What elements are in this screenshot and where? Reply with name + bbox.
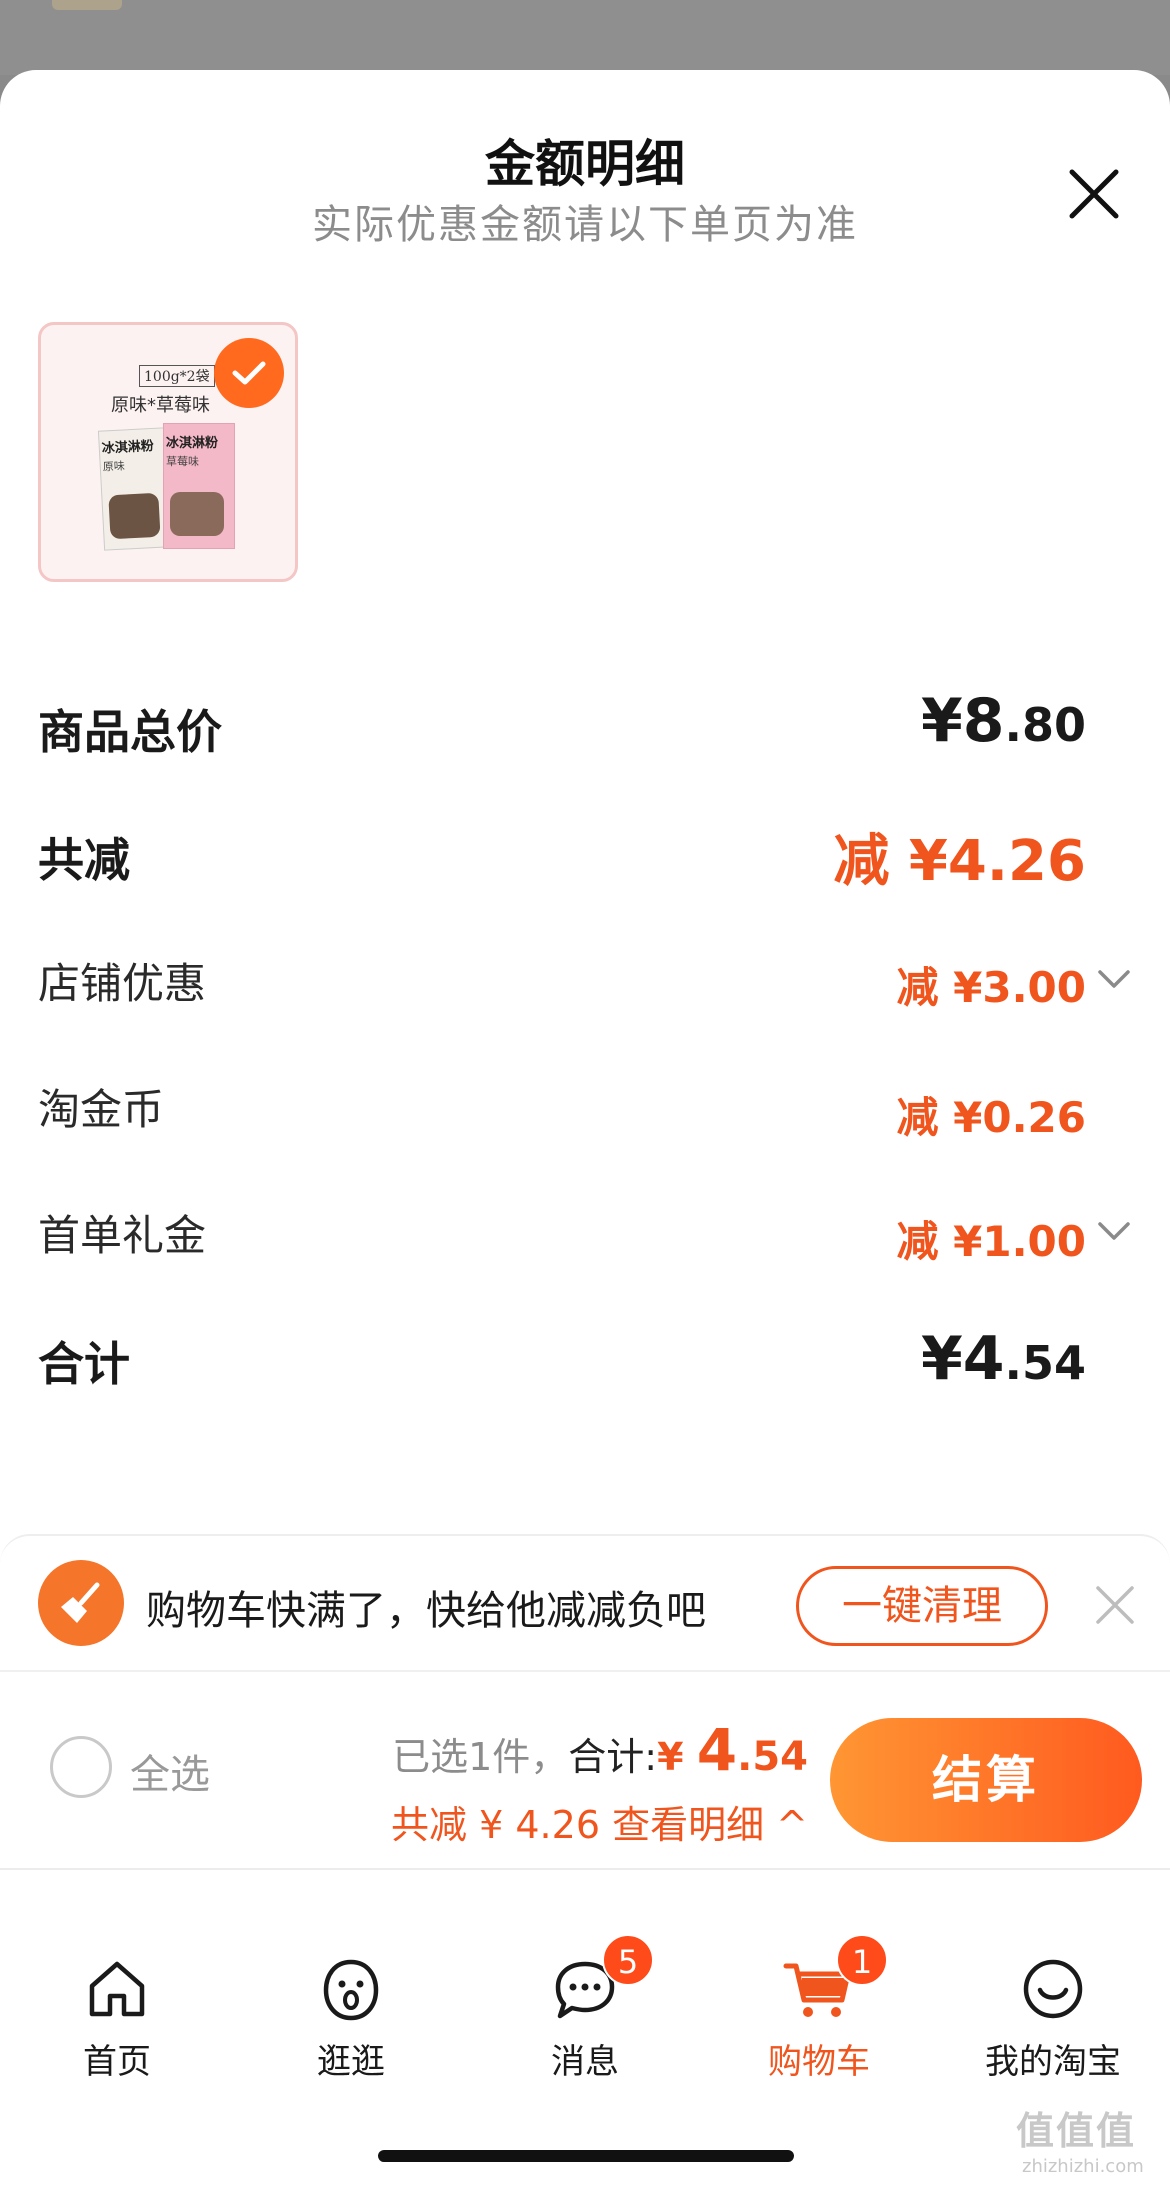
tab-my-taobao[interactable]: 我的淘宝 <box>936 1870 1170 2082</box>
cart-badge: 1 <box>836 1934 888 1986</box>
broom-icon <box>38 1560 124 1646</box>
checkout-price: ¥ 4.54 <box>657 1716 808 1784</box>
store-discount-value: 减 ¥3.00 <box>896 963 1086 1012</box>
store-discount-label: 店铺优惠 <box>38 959 207 1008</box>
bottom-tab-bar: 首页 逛逛 5 消息 1 购物车 我的淘宝 <box>0 1868 1170 2187</box>
chevron-down-icon[interactable] <box>1096 1216 1132 1246</box>
selected-count: 已选1件， <box>392 1735 569 1779</box>
close-icon[interactable] <box>1066 166 1122 222</box>
flavor-label: 原味*草莓味 <box>111 395 210 416</box>
tab-explore[interactable]: 逛逛 <box>234 1870 468 2082</box>
product-bag-right: 冰淇淋粉 草莓味 <box>163 423 235 549</box>
notice-text: 购物车快满了，快给他减减负吧 <box>146 1588 706 1634</box>
row-first-order-gift[interactable]: 首单礼金 减 ¥1.00 <box>38 1202 1132 1272</box>
face-icon <box>323 1959 379 2021</box>
sum-value: ¥4.54 <box>921 1324 1086 1394</box>
goods-total-int: 8 <box>962 686 1005 756</box>
watermark-url: zhizhizhi.com <box>1022 2156 1144 2177</box>
smile-icon <box>1023 1959 1083 2019</box>
tab-messages[interactable]: 5 消息 <box>468 1870 702 2082</box>
background-peek <box>52 0 122 10</box>
home-indicator[interactable] <box>378 2150 794 2162</box>
chevron-down-icon[interactable] <box>1096 964 1132 994</box>
pack-label: 100g*2袋 <box>139 365 215 387</box>
checkout-price-dec: .54 <box>737 1734 808 1780</box>
cart-full-notice: 购物车快满了，快给他减减负吧 一键清理 <box>0 1534 1170 1670</box>
select-all-label[interactable]: 全选 <box>130 1742 210 1800</box>
sum-dec: .54 <box>1004 1336 1087 1390</box>
goods-total-value: ¥8.80 <box>921 686 1086 756</box>
selected-check-icon[interactable] <box>214 338 284 408</box>
checkout-button[interactable]: 结算 <box>830 1718 1142 1842</box>
taojinbi-value: 减 ¥0.26 <box>896 1093 1086 1142</box>
row-sum: 合计 ¥4.54 <box>38 1324 1132 1398</box>
tab-explore-label: 逛逛 <box>317 2042 385 2082</box>
bag-right-flavor: 草莓味 <box>166 455 199 468</box>
view-detail-link[interactable]: 共减 ¥ 4.26 查看明细 ^ <box>391 1794 808 1849</box>
row-goods-total: 商品总价 ¥8.80 <box>38 686 1132 766</box>
message-badge: 5 <box>602 1934 654 1986</box>
tab-messages-label: 消息 <box>551 2042 619 2082</box>
sum-int: 4 <box>962 1324 1005 1394</box>
row-store-discount[interactable]: 店铺优惠 减 ¥3.00 <box>38 950 1132 1020</box>
one-click-clean-button[interactable]: 一键清理 <box>796 1566 1048 1646</box>
goods-total-label: 商品总价 <box>38 705 222 759</box>
goods-total-currency: ¥ <box>921 686 963 756</box>
goods-total-dec: .80 <box>1004 698 1087 752</box>
checkout-summary: 已选1件，合计:¥ 4.54 <box>392 1716 808 1784</box>
watermark-logo: 值值值 <box>1016 2109 1137 2153</box>
checkout-total-label: 合计: <box>568 1735 658 1779</box>
background-page <box>0 0 1170 75</box>
sum-currency: ¥ <box>921 1324 963 1394</box>
sheet-subtitle: 实际优惠金额请以下单页为准 <box>312 202 858 248</box>
product-bag-left: 冰淇淋粉 原味 <box>97 427 171 551</box>
checkout-bar: 全选 已选1件，合计:¥ 4.54 共减 ¥ 4.26 查看明细 ^ 结算 <box>0 1670 1170 1868</box>
sum-label: 合计 <box>38 1337 130 1391</box>
reduction-value: 减 ¥4.26 <box>833 829 1086 894</box>
taojinbi-label: 淘金币 <box>38 1085 165 1134</box>
select-all-radio[interactable] <box>50 1736 112 1798</box>
tab-cart[interactable]: 1 购物车 <box>702 1870 936 2082</box>
bag-left-brand: 冰淇淋粉 <box>101 438 155 457</box>
tab-cart-label: 购物车 <box>768 2042 870 2082</box>
row-total-reduction: 共减 减 ¥4.26 <box>38 824 1132 894</box>
checkout-price-int: 4 <box>696 1716 738 1784</box>
bag-right-brand: 冰淇淋粉 <box>166 436 219 451</box>
tab-home-label: 首页 <box>83 2042 151 2082</box>
sheet-title: 金额明细 <box>485 135 685 193</box>
tab-my-taobao-label: 我的淘宝 <box>985 2042 1121 2082</box>
home-icon <box>89 1961 145 2017</box>
reduction-label: 共减 <box>38 833 130 887</box>
bag-left-flavor: 原味 <box>102 459 126 474</box>
checkout-currency: ¥ <box>657 1735 697 1779</box>
close-icon[interactable] <box>1094 1584 1136 1626</box>
first-order-gift-label: 首单礼金 <box>38 1211 207 1260</box>
tab-home[interactable]: 首页 <box>0 1870 234 2082</box>
row-taojinbi: 淘金币 减 ¥0.26 <box>38 1076 1132 1146</box>
first-order-gift-value: 减 ¥1.00 <box>896 1217 1086 1266</box>
